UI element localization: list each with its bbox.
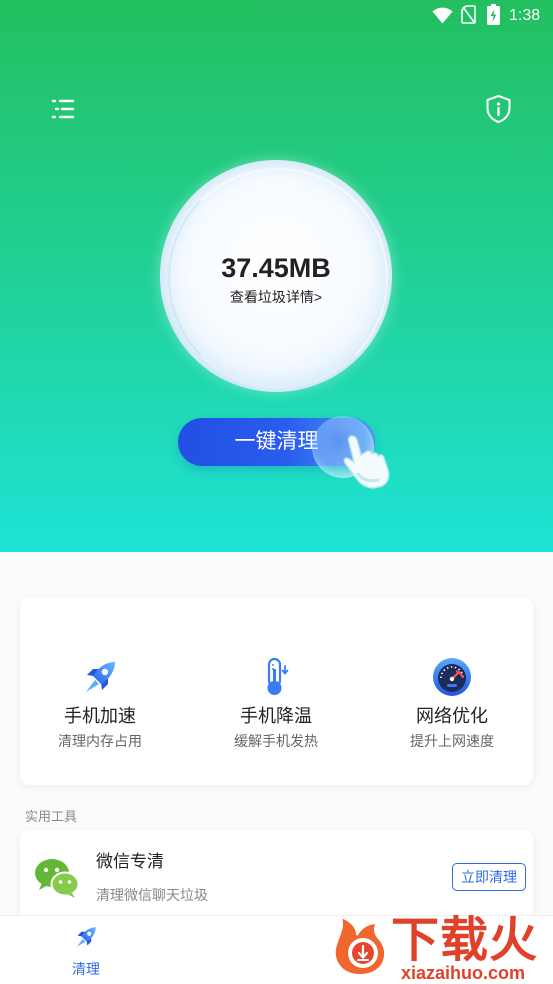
flame-logo-icon: [327, 913, 393, 979]
rocket-icon: [80, 657, 120, 697]
feature-subtitle: 提升上网速度: [410, 733, 494, 749]
feature-title: 手机降温: [240, 706, 312, 726]
junk-size-value: 37.45MB: [221, 253, 331, 283]
watermark-brand: 下载火: [391, 914, 539, 967]
rocket-icon: [73, 924, 99, 950]
nav-item-clean[interactable]: 清理: [56, 916, 116, 984]
wechat-icon: [34, 857, 80, 899]
pointing-hand-icon: [308, 412, 398, 497]
junk-scan-circle[interactable]: 37.45MB 查看垃圾详情>: [160, 160, 392, 392]
tools-section-label: 实用工具: [25, 809, 78, 824]
tool-subtitle: 清理微信聊天垃圾: [96, 887, 208, 903]
feature-cooling[interactable]: 手机降温 缓解手机发热: [201, 597, 351, 785]
wifi-icon: [432, 7, 453, 24]
feature-card: 手机加速 清理内存占用 手机降温 缓解手机发热 网络优化 提升上网速度: [20, 597, 533, 785]
tool-title: 微信专清: [96, 852, 164, 871]
watermark-domain: xiazaihuo.com: [401, 963, 526, 983]
feature-network[interactable]: 网络优化 提升上网速度: [377, 597, 527, 785]
feature-subtitle: 清理内存占用: [58, 733, 142, 749]
feature-subtitle: 缓解手机发热: [234, 733, 318, 749]
list-icon[interactable]: [51, 98, 75, 120]
sim-icon: [461, 5, 476, 24]
status-time: 1:38: [509, 7, 541, 24]
clean-now-button[interactable]: 立即清理: [452, 863, 526, 891]
header-banner: 1:38 37.45MB 查看垃圾详情> 一键清理: [0, 0, 553, 552]
nav-label: 清理: [72, 961, 100, 977]
feature-title: 手机加速: [64, 706, 136, 726]
thermometer-icon: [256, 657, 296, 697]
shield-info-icon[interactable]: [485, 94, 512, 124]
speedometer-icon: [432, 657, 472, 697]
battery-charging-icon: [487, 4, 500, 25]
junk-details-link[interactable]: 查看垃圾详情>: [160, 288, 392, 306]
feature-title: 网络优化: [416, 706, 488, 726]
feature-boost[interactable]: 手机加速 清理内存占用: [25, 597, 175, 785]
